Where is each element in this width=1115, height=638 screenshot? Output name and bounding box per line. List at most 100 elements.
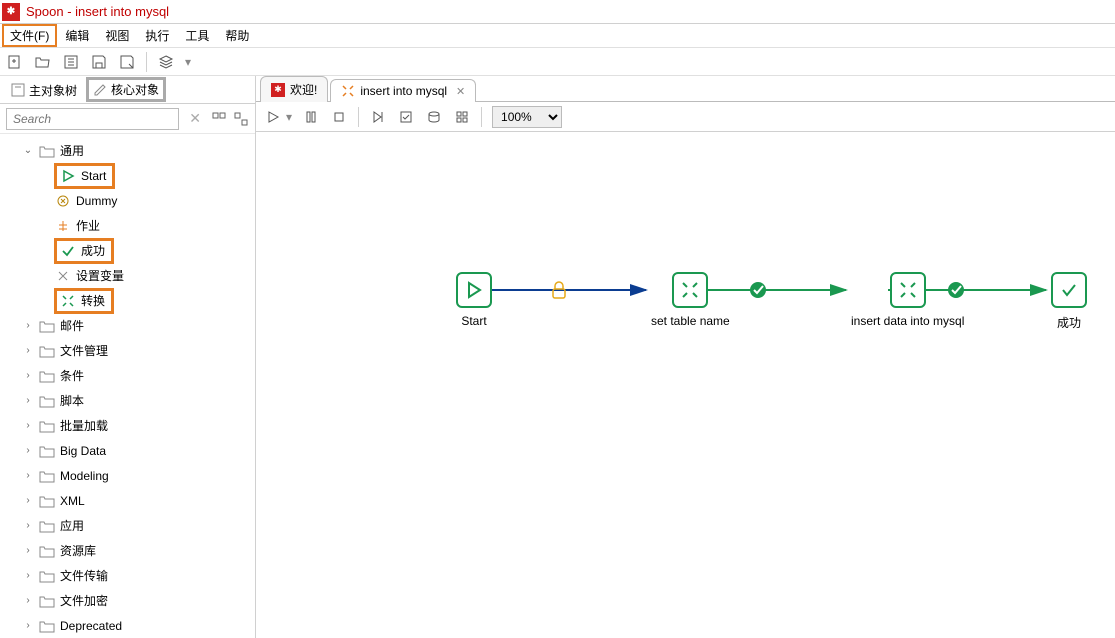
folder-icon <box>38 467 56 485</box>
folder-icon <box>38 617 56 635</box>
menu-view[interactable]: 视图 <box>97 24 137 47</box>
dropdown-icon[interactable]: ▾ <box>179 53 197 71</box>
clear-search-icon[interactable]: ✕ <box>185 110 205 127</box>
tab-job[interactable]: insert into mysql ✕ <box>330 79 476 102</box>
stop-icon[interactable] <box>330 108 348 126</box>
tab-main-tree-label: 主对象树 <box>29 82 77 99</box>
chevron-right-icon[interactable]: › <box>22 545 34 556</box>
node-insert[interactable]: insert data into mysql <box>851 272 964 328</box>
tree-folder[interactable]: › 应用 <box>0 513 255 538</box>
chevron-right-icon[interactable]: › <box>22 345 34 356</box>
tree-item-dummy[interactable]: Dummy <box>0 188 255 213</box>
check-icon[interactable] <box>397 108 415 126</box>
node-set-table[interactable]: set table name <box>651 272 730 328</box>
sql-icon[interactable] <box>425 108 443 126</box>
tree-icon <box>11 83 25 97</box>
tree-item-start[interactable]: Start <box>0 163 255 188</box>
tree-folder[interactable]: ›文件传输 <box>0 563 255 588</box>
menu-run[interactable]: 执行 <box>137 24 177 47</box>
impact-icon[interactable] <box>453 108 471 126</box>
node-success-label: 成功 <box>1057 314 1081 331</box>
chevron-right-icon[interactable]: › <box>22 320 34 331</box>
chevron-right-icon[interactable]: › <box>22 595 34 606</box>
menubar: 文件(F) 编辑 视图 执行 工具 帮助 <box>0 24 1115 48</box>
explore-icon[interactable] <box>62 53 80 71</box>
folder-icon <box>38 492 56 510</box>
sidebar: 主对象树 核心对象 ✕ ⌄ 通用 Start <box>0 76 256 638</box>
replay-icon[interactable] <box>369 108 387 126</box>
dummy-icon <box>54 192 72 210</box>
chevron-right-icon[interactable]: › <box>22 520 34 531</box>
tree-folder[interactable]: ›文件加密 <box>0 588 255 613</box>
tree-folder[interactable]: › XML <box>0 488 255 513</box>
transform-icon <box>672 272 708 308</box>
tab-main-tree[interactable]: 主对象树 <box>2 77 86 103</box>
close-tab-icon[interactable]: ✕ <box>456 85 465 98</box>
folder-icon <box>38 442 56 460</box>
canvas[interactable]: Start set table name insert data into my… <box>256 132 1115 638</box>
tree-item-job[interactable]: 作业 <box>0 213 255 238</box>
node-success[interactable]: 成功 <box>1051 272 1087 331</box>
run-dropdown-icon[interactable]: ▾ <box>286 110 292 124</box>
tree-folder[interactable]: › 文件管理 <box>0 338 255 363</box>
chevron-right-icon[interactable]: › <box>22 395 34 406</box>
expand-all-icon[interactable] <box>211 111 227 127</box>
run-icon[interactable] <box>264 108 282 126</box>
chevron-right-icon[interactable]: › <box>22 420 34 431</box>
tree-folder[interactable]: ›Modeling <box>0 463 255 488</box>
pencil-icon <box>93 83 107 97</box>
tree-item-setvar[interactable]: 设置变量 <box>0 263 255 288</box>
zoom-select[interactable]: 100% <box>492 106 562 128</box>
tree-folder[interactable]: ›批量加载 <box>0 413 255 438</box>
folder-icon <box>38 142 56 160</box>
menu-edit[interactable]: 编辑 <box>57 24 97 47</box>
chevron-right-icon[interactable]: › <box>22 495 34 506</box>
chevron-right-icon[interactable]: › <box>22 445 34 456</box>
job-tab-icon <box>341 84 355 98</box>
tree-folder[interactable]: ›资源库 <box>0 538 255 563</box>
saveas-icon[interactable] <box>118 53 136 71</box>
tab-core-objects[interactable]: 核心对象 <box>86 77 166 102</box>
chevron-right-icon[interactable]: › <box>22 620 34 631</box>
app-icon: ✱ <box>2 3 20 21</box>
tree-item-transform[interactable]: 转换 <box>0 288 255 313</box>
tree-folder-label: 应用 <box>60 517 84 534</box>
tree-folder[interactable]: ›Big Data <box>0 438 255 463</box>
tree-item-success[interactable]: 成功 <box>0 238 255 263</box>
save-icon[interactable] <box>90 53 108 71</box>
tree-item-start-label: Start <box>81 169 106 183</box>
folder-icon <box>38 592 56 610</box>
folder-icon <box>38 367 56 385</box>
layers-icon[interactable] <box>157 53 175 71</box>
tab-welcome[interactable]: ✱ 欢迎! <box>260 76 328 102</box>
play-icon <box>456 272 492 308</box>
tree-folder[interactable]: ›脚本 <box>0 388 255 413</box>
collapse-all-icon[interactable] <box>233 111 249 127</box>
tree-folder-label: 文件管理 <box>60 342 108 359</box>
transform-icon <box>59 292 77 310</box>
canvas-toolbar: ▾ 100% <box>256 102 1115 132</box>
folder-icon <box>38 417 56 435</box>
chevron-right-icon[interactable]: › <box>22 370 34 381</box>
chevron-right-icon[interactable]: › <box>22 570 34 581</box>
pause-icon[interactable] <box>302 108 320 126</box>
side-tabs: 主对象树 核心对象 <box>0 76 255 104</box>
chevron-right-icon[interactable]: › <box>22 470 34 481</box>
menu-help[interactable]: 帮助 <box>217 24 257 47</box>
folder-icon <box>38 392 56 410</box>
tree-folder[interactable]: ›邮件 <box>0 313 255 338</box>
menu-tools[interactable]: 工具 <box>177 24 217 47</box>
setvar-icon <box>54 267 72 285</box>
tree-folder[interactable]: ›条件 <box>0 363 255 388</box>
tree-general-label: 通用 <box>60 142 84 159</box>
node-start[interactable]: Start <box>456 272 492 328</box>
new-icon[interactable] <box>6 53 24 71</box>
tree-general[interactable]: ⌄ 通用 <box>0 138 255 163</box>
tree-folder[interactable]: ›Deprecated <box>0 613 255 638</box>
folder-icon <box>38 542 56 560</box>
open-icon[interactable] <box>34 53 52 71</box>
menu-file[interactable]: 文件(F) <box>2 24 57 47</box>
chevron-down-icon[interactable]: ⌄ <box>22 145 34 156</box>
tree-folder-label: XML <box>60 494 85 508</box>
search-input[interactable] <box>6 108 179 130</box>
